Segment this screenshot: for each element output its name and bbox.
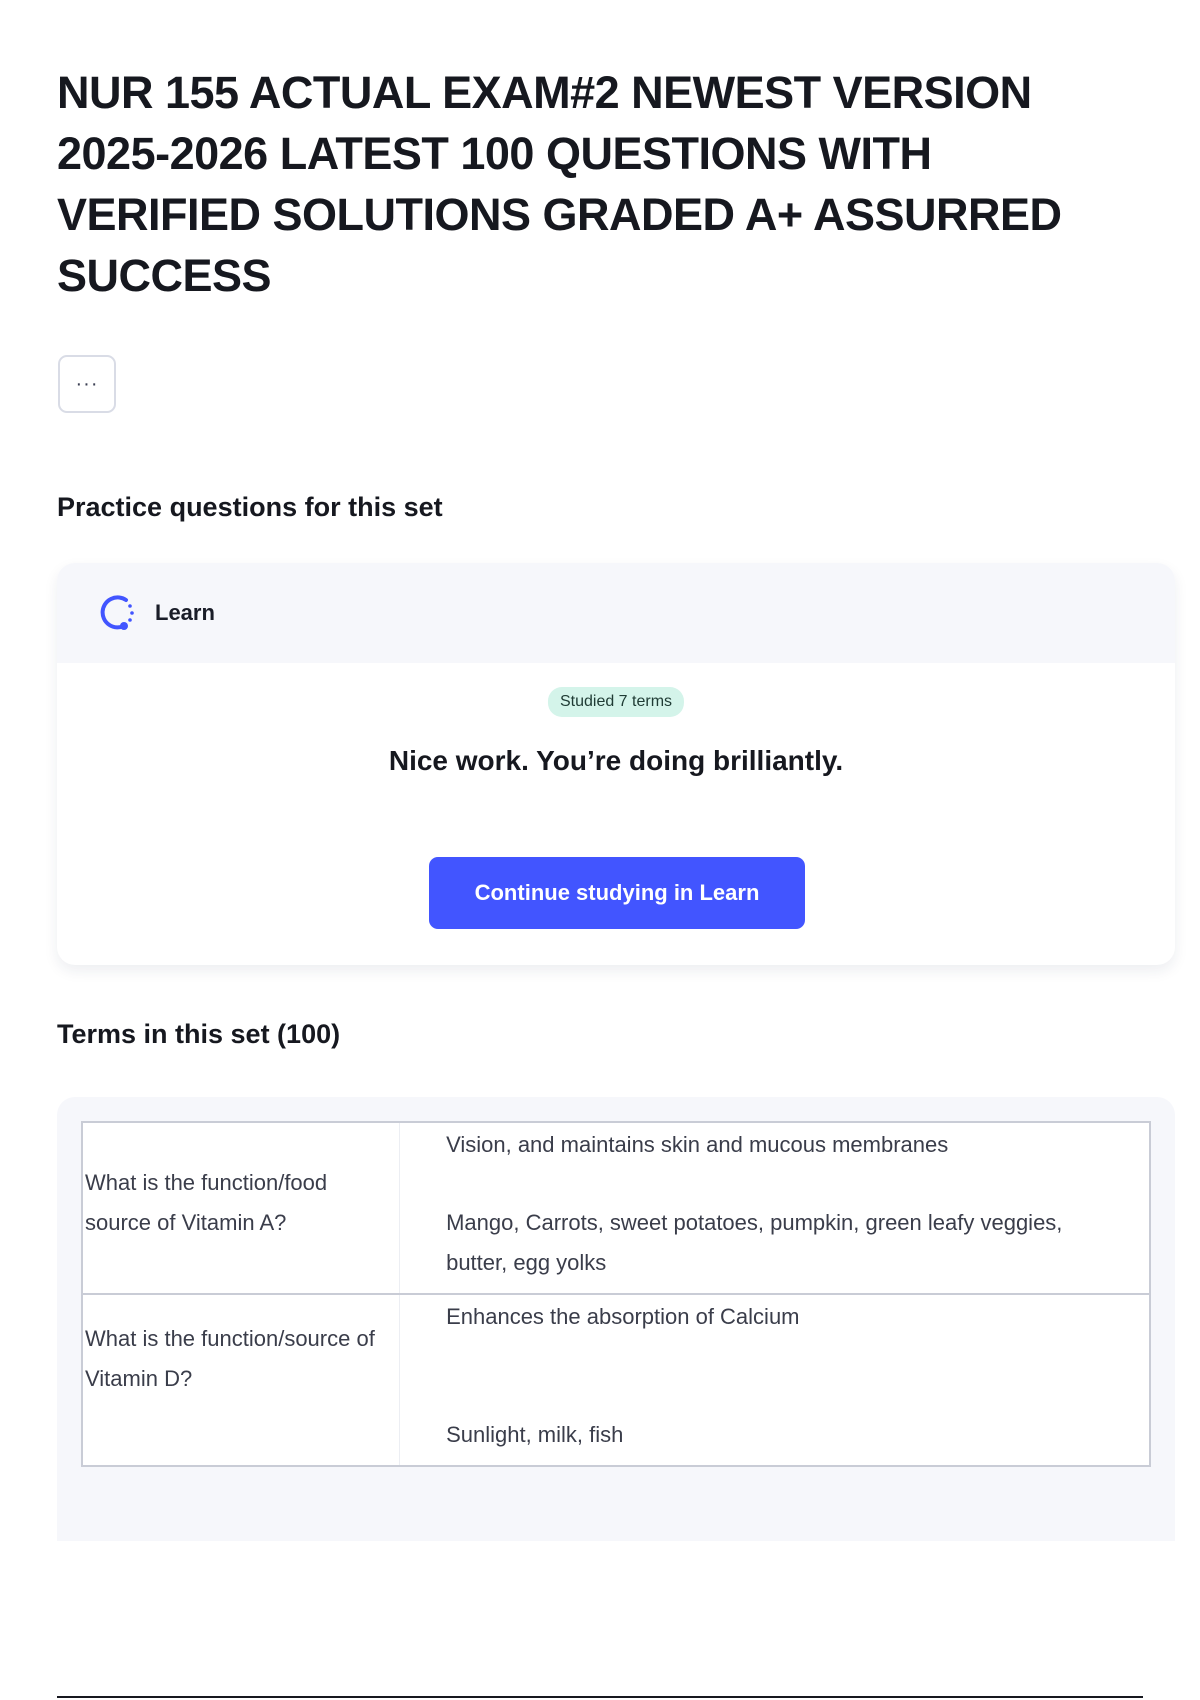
- terms-panel: What is the function/food source of Vita…: [57, 1097, 1175, 1541]
- bottom-divider: [57, 1696, 1143, 1698]
- learn-card-body: Studied 7 terms Nice work. You’re doing …: [57, 663, 1175, 965]
- learn-card-header[interactable]: Learn: [57, 563, 1175, 663]
- terms-table: What is the function/food source of Vita…: [81, 1121, 1152, 1467]
- studied-terms-badge: Studied 7 terms: [547, 687, 685, 717]
- definition-text: Enhances the absorption of Calcium: [446, 1304, 800, 1329]
- term-text: What is the function/food source of Vita…: [85, 1170, 328, 1235]
- terms-section-heading: Terms in this set (100): [57, 1019, 341, 1049]
- term-cell: What is the function/food source of Vita…: [81, 1121, 401, 1295]
- term-text: What is the function/source of Vitamin D…: [85, 1326, 375, 1391]
- table-row[interactable]: What is the function/source of Vitamin D…: [81, 1293, 1152, 1467]
- more-options-button[interactable]: ···: [58, 355, 116, 413]
- continue-studying-button[interactable]: Continue studying in Learn: [429, 857, 805, 929]
- more-options-icon: ···: [75, 372, 99, 395]
- definition-text: Mango, Carrots, sweet potatoes, pumpkin,…: [446, 1210, 1063, 1275]
- practice-section-heading: Practice questions for this set: [57, 492, 443, 522]
- definition-cell: Enhances the absorption of Calcium Sunli…: [399, 1293, 1152, 1467]
- page-title: NUR 155 ACTUAL EXAM#2 NEWEST VERSION 202…: [57, 67, 1062, 301]
- table-row[interactable]: What is the function/food source of Vita…: [81, 1121, 1152, 1295]
- definition-cell: Vision, and maintains skin and mucous me…: [399, 1121, 1152, 1295]
- learn-progress-icon: [100, 595, 134, 630]
- progress-message: Nice work. You’re doing brilliantly.: [388, 745, 844, 776]
- definition-text: Vision, and maintains skin and mucous me…: [446, 1132, 949, 1157]
- learn-card: Learn Studied 7 terms Nice work. You’re …: [57, 563, 1175, 965]
- learn-mode-label: Learn: [155, 600, 215, 625]
- definition-text: Sunlight, milk, fish: [446, 1422, 624, 1447]
- term-cell: What is the function/source of Vitamin D…: [81, 1293, 401, 1467]
